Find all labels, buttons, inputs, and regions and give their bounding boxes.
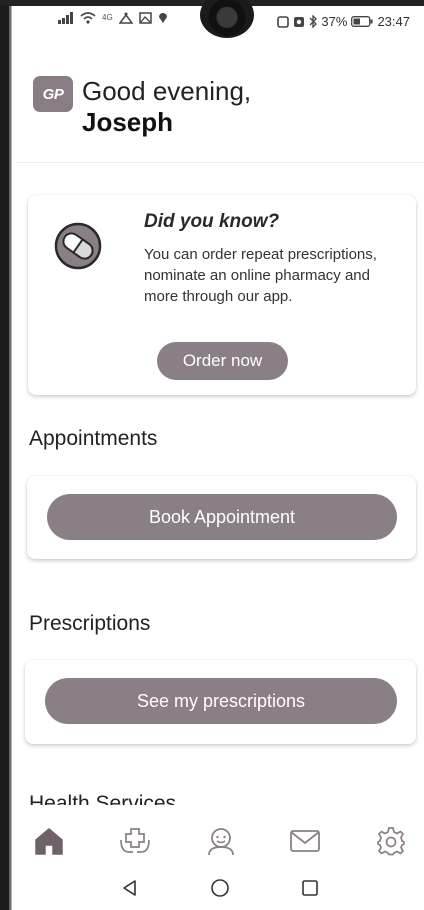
clock: 23:47 bbox=[377, 14, 410, 29]
front-camera bbox=[200, 0, 254, 38]
nav-settings[interactable] bbox=[374, 824, 408, 858]
status-right-icons: 37% 23:47 bbox=[277, 14, 410, 29]
network-speed: 4G bbox=[102, 13, 113, 22]
wifi-icon bbox=[80, 12, 96, 24]
header-divider bbox=[16, 162, 424, 163]
pill-icon bbox=[54, 222, 102, 270]
system-home-button[interactable] bbox=[208, 876, 232, 900]
vibrate-icon bbox=[294, 16, 305, 27]
status-bar: 4G 37% 23:47 bbox=[0, 0, 424, 38]
health-services-icon bbox=[120, 828, 150, 853]
battery-icon bbox=[351, 16, 373, 27]
profile-icon bbox=[208, 828, 234, 856]
health-services-heading: Health Services bbox=[29, 792, 177, 805]
gp-logo: GP bbox=[33, 76, 73, 112]
home-icon bbox=[35, 828, 63, 855]
nav-profile[interactable] bbox=[204, 824, 238, 858]
nfc-icon bbox=[277, 15, 290, 28]
system-navigation-bar bbox=[16, 866, 424, 910]
home-circle-icon bbox=[211, 879, 229, 897]
user-name: Joseph bbox=[82, 107, 174, 137]
nav-home[interactable] bbox=[32, 824, 66, 858]
location-icon bbox=[158, 13, 167, 23]
did-you-know-title: Did you know? bbox=[144, 211, 280, 232]
order-now-button[interactable]: Order now bbox=[157, 342, 288, 380]
see-prescriptions-button[interactable]: See my prescriptions bbox=[45, 678, 397, 724]
bottom-navigation bbox=[16, 808, 424, 864]
nav-messages[interactable] bbox=[288, 824, 322, 858]
system-back-button[interactable] bbox=[118, 876, 142, 900]
appointments-heading: Appointments bbox=[29, 427, 158, 450]
bluetooth-icon bbox=[309, 15, 318, 28]
did-you-know-body: You can order repeat prescriptions, nomi… bbox=[144, 246, 377, 305]
status-left-icons: 4G bbox=[58, 12, 168, 24]
system-recents-button[interactable] bbox=[298, 876, 322, 900]
settings-icon bbox=[377, 827, 405, 856]
recents-square-icon bbox=[302, 880, 318, 896]
device-frame-edge bbox=[0, 0, 16, 910]
signal-icon bbox=[58, 12, 73, 24]
battery-percent: 37% bbox=[321, 14, 348, 29]
book-appointment-button[interactable]: Book Appointment bbox=[47, 494, 397, 540]
messages-icon bbox=[290, 830, 320, 852]
nav-health-services[interactable] bbox=[118, 824, 152, 858]
back-triangle-icon bbox=[123, 880, 136, 896]
greeting-text: Good evening, bbox=[82, 76, 252, 106]
notification-icon bbox=[118, 12, 133, 24]
gallery-icon bbox=[138, 12, 152, 24]
prescriptions-heading: Prescriptions bbox=[29, 612, 151, 635]
